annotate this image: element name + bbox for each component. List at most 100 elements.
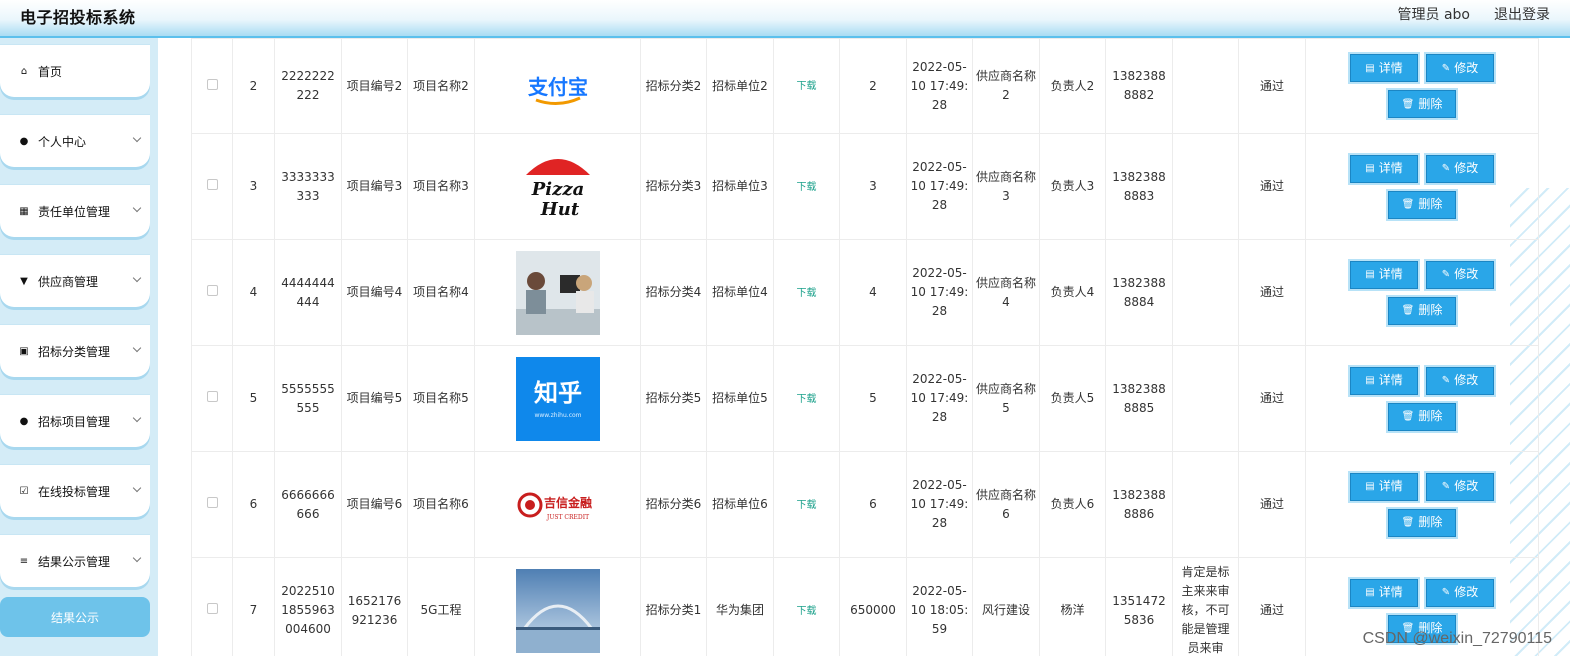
category-cell: 招标分类3 — [640, 133, 707, 240]
project-code-cell: 项目编号3 — [341, 133, 408, 240]
unit-cell: 华为集团 — [706, 557, 774, 656]
logout-link[interactable]: 退出登录 — [1494, 4, 1550, 24]
edit-button[interactable]: ✎ 修改 — [1424, 364, 1496, 397]
delete-button[interactable]: 🗑 删除 — [1386, 88, 1458, 120]
edit-button[interactable]: ✎ 修改 — [1424, 258, 1496, 291]
status-cell: 通过 — [1238, 38, 1306, 134]
edit-button[interactable]: ✎ 修改 — [1424, 152, 1496, 185]
actions-cell: ▤ 详情 ✎ 修改 🗑 删除 — [1305, 38, 1539, 134]
row-checkbox[interactable] — [206, 285, 218, 296]
delete-button[interactable]: 🗑 删除 — [1386, 294, 1458, 327]
detail-button[interactable]: ▤ 详情 — [1348, 152, 1420, 185]
detail-button[interactable]: ▤ 详情 — [1348, 258, 1420, 291]
sidebar-item-label: 招标项目管理 — [38, 414, 111, 429]
logo-cell — [474, 557, 641, 656]
chevron-down-icon — [132, 273, 142, 283]
document-icon: ▤ — [1365, 62, 1375, 74]
sidebar-item-4[interactable]: ▣ 招标分类管理 — [0, 325, 150, 377]
shop-icon: ▼ — [20, 275, 28, 287]
detail-label: 详情 — [1378, 585, 1403, 599]
svg-text:Hut: Hut — [539, 199, 579, 220]
sidebar-item-3[interactable]: ▼ 供应商管理 — [0, 255, 150, 307]
project-name-cell: 项目名称4 — [407, 239, 475, 346]
time-cell: 2022-05-10 17:49:28 — [906, 345, 973, 452]
delete-button[interactable]: 🗑 删除 — [1386, 506, 1458, 539]
category-cell: 招标分类6 — [640, 451, 707, 558]
row-id-cell: 3 — [232, 133, 275, 240]
edit-button[interactable]: ✎ 修改 — [1424, 52, 1496, 84]
trash-icon: 🗑 — [1401, 517, 1415, 528]
download-link[interactable]: 下载 — [797, 288, 817, 299]
row-no-cell: 4444444444 — [274, 239, 342, 346]
detail-button[interactable]: ▤ 详情 — [1348, 470, 1420, 503]
sidebar-item-label: 首页 — [38, 64, 63, 79]
delete-label: 删除 — [1418, 197, 1443, 211]
svg-text:吉信金融: 吉信金融 — [543, 495, 591, 510]
status-cell: 通过 — [1238, 557, 1306, 656]
row-checkbox[interactable] — [206, 78, 218, 90]
row-id-cell: 7 — [232, 557, 275, 656]
table-row: 6 6666666666 项目编号6 项目名称6 吉信金融 JUST CREDIT 招标分类… — [191, 451, 1539, 558]
time-cell: 2022-05-10 17:49:28 — [906, 451, 973, 558]
sidebar-item-0[interactable]: ⌂ 首页 — [0, 45, 150, 97]
row-no-cell: 3333333333 — [274, 133, 342, 240]
detail-button[interactable]: ▤ 详情 — [1348, 52, 1420, 84]
person-icon: ● — [19, 135, 29, 147]
note-cell — [1172, 239, 1239, 346]
unit-cell: 招标单位4 — [706, 239, 774, 346]
note-cell — [1172, 133, 1239, 240]
sidebar-item-label: 结果公示管理 — [38, 554, 111, 569]
pencil-icon: ✎ — [1441, 269, 1451, 280]
detail-button[interactable]: ▤ 详情 — [1348, 576, 1420, 609]
download-link[interactable]: 下载 — [797, 182, 817, 193]
row-checkbox-cell — [191, 133, 233, 240]
chevron-down-icon — [132, 483, 142, 493]
delete-label: 删除 — [1418, 515, 1443, 529]
document-icon: ▤ — [1365, 269, 1375, 280]
row-checkbox[interactable] — [206, 179, 218, 190]
unit-cell: 招标单位2 — [706, 38, 774, 134]
row-id-cell: 2 — [232, 38, 275, 134]
detail-button[interactable]: ▤ 详情 — [1348, 364, 1420, 397]
delete-button[interactable]: 🗑 删除 — [1386, 400, 1458, 433]
row-checkbox-cell — [191, 451, 233, 558]
person-cell: 负责人2 — [1039, 38, 1106, 134]
top-header: 电子招投标系统 管理员 abo 退出登录 — [0, 0, 1570, 38]
download-link[interactable]: 下载 — [797, 81, 817, 92]
watermark: CSDN @weixin_72790115 — [1362, 630, 1552, 647]
detail-label: 详情 — [1378, 373, 1403, 387]
download-link[interactable]: 下载 — [797, 606, 817, 617]
edit-button[interactable]: ✎ 修改 — [1424, 470, 1496, 503]
detail-label: 详情 — [1378, 60, 1403, 75]
row-no-cell: 5555555555 — [274, 345, 342, 452]
person-icon: ● — [19, 415, 29, 427]
sidebar-item-label: 招标分类管理 — [38, 344, 111, 359]
time-cell: 2022-05-10 18:05:59 — [906, 557, 973, 656]
row-checkbox[interactable] — [206, 391, 218, 402]
edit-label: 修改 — [1454, 585, 1479, 599]
list-icon: ≡ — [19, 555, 29, 567]
sidebar-subitem-active[interactable]: 结果公示 — [0, 597, 150, 637]
logo-cell — [474, 239, 641, 346]
edit-button[interactable]: ✎ 修改 — [1424, 576, 1496, 609]
delete-button[interactable]: 🗑 删除 — [1386, 188, 1458, 221]
pencil-icon: ✎ — [1441, 375, 1451, 386]
amount-cell: 3 — [839, 133, 907, 240]
clipboard-icon: ▣ — [19, 345, 29, 357]
chevron-down-icon — [132, 413, 142, 423]
download-link[interactable]: 下载 — [797, 394, 817, 405]
table-row: 3 3333333333 项目编号3 项目名称3 Pizza Hut 招标分类3 招标单位3 下… — [191, 133, 1539, 240]
sidebar-item-5[interactable]: ● 招标项目管理 — [0, 395, 150, 447]
sidebar-item-6[interactable]: ☑ 在线投标管理 — [0, 465, 150, 517]
edit-label: 修改 — [1454, 60, 1479, 75]
table-row: 7 20225101855963004600 1652176921236 5G工程 招标… — [191, 557, 1539, 656]
edit-label: 修改 — [1454, 479, 1479, 493]
person-cell: 负责人4 — [1039, 239, 1106, 346]
sidebar-item-2[interactable]: ▦ 责任单位管理 — [0, 185, 150, 237]
sidebar-item-1[interactable]: ● 个人中心 — [0, 115, 150, 167]
row-checkbox[interactable] — [206, 497, 218, 508]
sidebar-item-7[interactable]: ≡ 结果公示管理 — [0, 535, 150, 587]
row-checkbox[interactable] — [206, 603, 218, 614]
download-link[interactable]: 下载 — [797, 500, 817, 511]
grid-icon: ▦ — [19, 205, 29, 217]
